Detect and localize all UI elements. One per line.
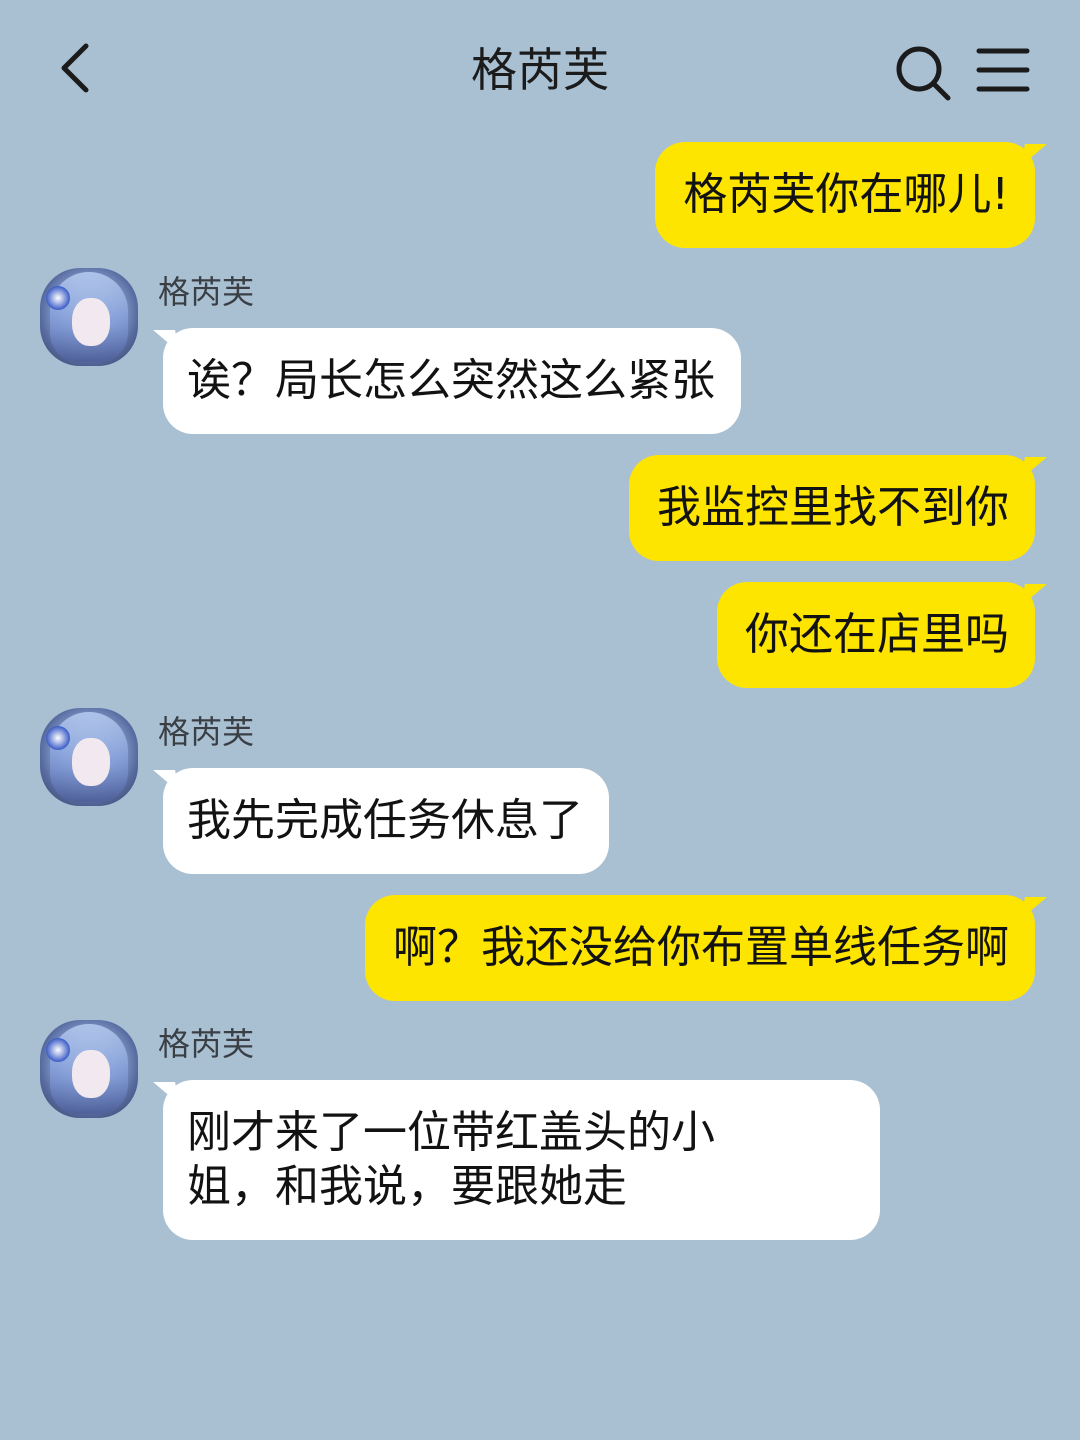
avatar-face — [72, 298, 110, 346]
avatar-flower — [46, 1038, 70, 1062]
avatar[interactable] — [40, 708, 138, 806]
menu-button[interactable] — [975, 45, 1031, 95]
message-outgoing: 我监控里找不到你 — [629, 455, 1035, 561]
message-outgoing: 你还在店里吗 — [717, 582, 1035, 688]
avatar-flower — [46, 726, 70, 750]
sender-name: 格芮芙 — [158, 273, 255, 311]
outgoing-bubble[interactable]: 我监控里找不到你 — [629, 455, 1035, 561]
search-icon — [896, 46, 951, 101]
incoming-bubble[interactable]: 诶？局长怎么突然这么紧张 — [163, 328, 741, 434]
incoming-bubble[interactable]: 我先完成任务休息了 — [163, 768, 609, 874]
hamburger-menu-icon — [976, 48, 1030, 92]
sender-name: 格芮芙 — [158, 1025, 255, 1063]
outgoing-bubble[interactable]: 你还在店里吗 — [717, 582, 1035, 688]
avatar-face — [72, 1050, 110, 1098]
chat-header: 格芮芙 — [0, 0, 1080, 140]
search-button[interactable] — [893, 43, 953, 103]
outgoing-bubble[interactable]: 啊？我还没给你布置单线任务啊 — [365, 895, 1035, 1001]
message-outgoing: 啊？我还没给你布置单线任务啊 — [365, 895, 1035, 1001]
avatar[interactable] — [40, 268, 138, 366]
chat-screen: 格芮芙 格芮芙你在哪儿! 格芮芙 诶？局长怎么突然这么紧张 我监控里找不到你 你… — [0, 0, 1080, 1440]
message-outgoing: 格芮芙你在哪儿! — [655, 142, 1035, 248]
outgoing-bubble[interactable]: 格芮芙你在哪儿! — [655, 142, 1035, 248]
incoming-bubble[interactable]: 刚才来了一位带红盖头的小 姐，和我说，要跟她走 — [163, 1080, 880, 1240]
avatar-face — [72, 738, 110, 786]
sender-name: 格芮芙 — [158, 713, 255, 751]
avatar-flower — [46, 286, 70, 310]
avatar[interactable] — [40, 1020, 138, 1118]
